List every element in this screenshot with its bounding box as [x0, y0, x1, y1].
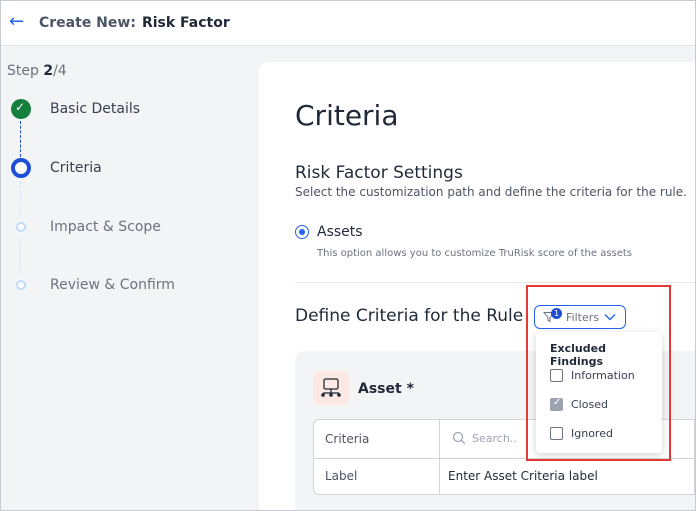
define-criteria-title: Define Criteria for the Rule: [295, 306, 524, 326]
network-icon: [313, 371, 349, 405]
highlight-box: [526, 285, 671, 461]
asset-title: Asset *: [358, 381, 414, 397]
divider: [295, 282, 695, 283]
step-basic-details[interactable]: Basic Details: [1, 97, 251, 121]
assets-option-description: This option allows you to customize TruR…: [317, 248, 633, 259]
step-current: 2: [43, 63, 54, 79]
step-counter: Step 2/4: [7, 63, 67, 79]
step-label: Basic Details: [50, 101, 141, 117]
page-title: Create New: Risk Factor: [39, 15, 230, 31]
criteria-row-label: Criteria: [325, 432, 370, 446]
search-icon: [452, 431, 466, 445]
title-label: Create New:: [39, 15, 136, 31]
table-divider: [439, 420, 440, 494]
assets-radio[interactable]: [295, 225, 309, 239]
current-step-icon: [11, 158, 31, 178]
step-connector: [20, 239, 21, 273]
app-window: ← Create New: Risk Factor Step 2/4 Basic …: [0, 0, 696, 511]
asset-criteria-label-input[interactable]: Enter Asset Criteria label: [448, 469, 598, 483]
step-connector: [20, 181, 21, 215]
criteria-search[interactable]: [452, 430, 542, 448]
pending-step-icon: [16, 222, 26, 232]
title-name: Risk Factor: [141, 15, 230, 31]
step-prefix: Step: [7, 63, 44, 79]
assets-radio-label[interactable]: Assets: [317, 224, 363, 240]
section-heading: Criteria: [295, 99, 399, 132]
pending-step-icon: [16, 280, 26, 290]
step-connector: [20, 121, 21, 157]
settings-title: Risk Factor Settings: [295, 163, 463, 183]
step-review-confirm[interactable]: Review & Confirm: [1, 273, 251, 297]
header: ← Create New: Risk Factor: [1, 1, 695, 46]
step-total: /4: [53, 63, 67, 79]
label-row-label: Label: [325, 469, 358, 483]
step-criteria[interactable]: Criteria: [1, 156, 251, 180]
step-impact-scope[interactable]: Impact & Scope: [1, 215, 251, 239]
step-label: Impact & Scope: [50, 219, 161, 235]
step-label: Criteria: [50, 160, 102, 176]
step-label: Review & Confirm: [50, 277, 175, 293]
settings-description: Select the customization path and define…: [295, 185, 687, 199]
check-icon: [11, 99, 31, 119]
arrow-left-icon[interactable]: ←: [9, 11, 24, 32]
